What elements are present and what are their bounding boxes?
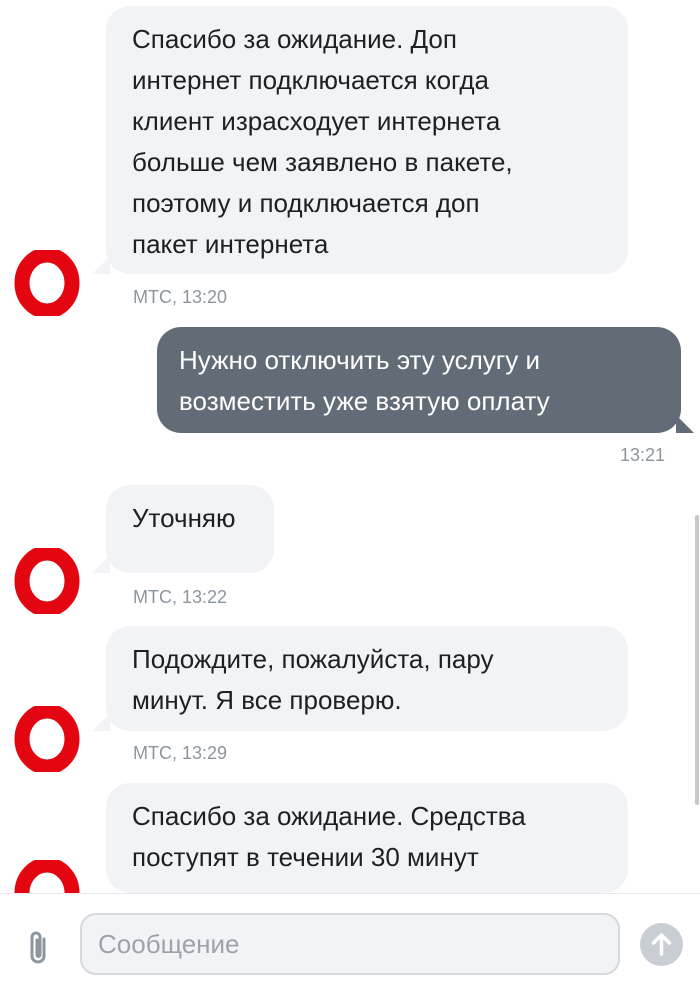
outgoing-message-bubble: Нужно отключить эту услугу и возместить …: [157, 327, 681, 433]
mts-logo-icon: [14, 860, 80, 893]
mts-logo-icon: [14, 706, 80, 772]
arrow-up-icon: [651, 933, 672, 956]
message-meta: МТС, 13:22: [133, 587, 228, 607]
bubble-tail: [92, 713, 110, 731]
paperclip-icon[interactable]: [22, 929, 56, 967]
incoming-message-bubble: Спасибо за ожидание. Доп интернет подклю…: [106, 6, 628, 274]
scrollbar[interactable]: [695, 515, 699, 805]
bubble-tail: [92, 256, 110, 274]
bubble-tail: [676, 415, 694, 433]
mts-logo-icon: [14, 250, 80, 316]
message-time: 13:21: [620, 445, 666, 465]
incoming-message-bubble: Подождите, пожалуйста, пару минут. Я все…: [106, 626, 628, 731]
message-meta: МТС, 13:29: [133, 743, 228, 763]
send-button[interactable]: [640, 923, 683, 966]
incoming-message-bubble: Уточняю: [106, 485, 274, 573]
message-meta: МТС, 13:20: [133, 287, 228, 307]
message-composer: [0, 893, 700, 995]
message-input[interactable]: [80, 913, 620, 975]
incoming-message-bubble: Спасибо за ожидание. Средства поступят в…: [106, 783, 628, 893]
mts-logo-icon: [14, 548, 80, 614]
bubble-tail: [92, 555, 110, 573]
chat-history[interactable]: Спасибо за ожидание. Доп интернет подклю…: [0, 0, 700, 893]
